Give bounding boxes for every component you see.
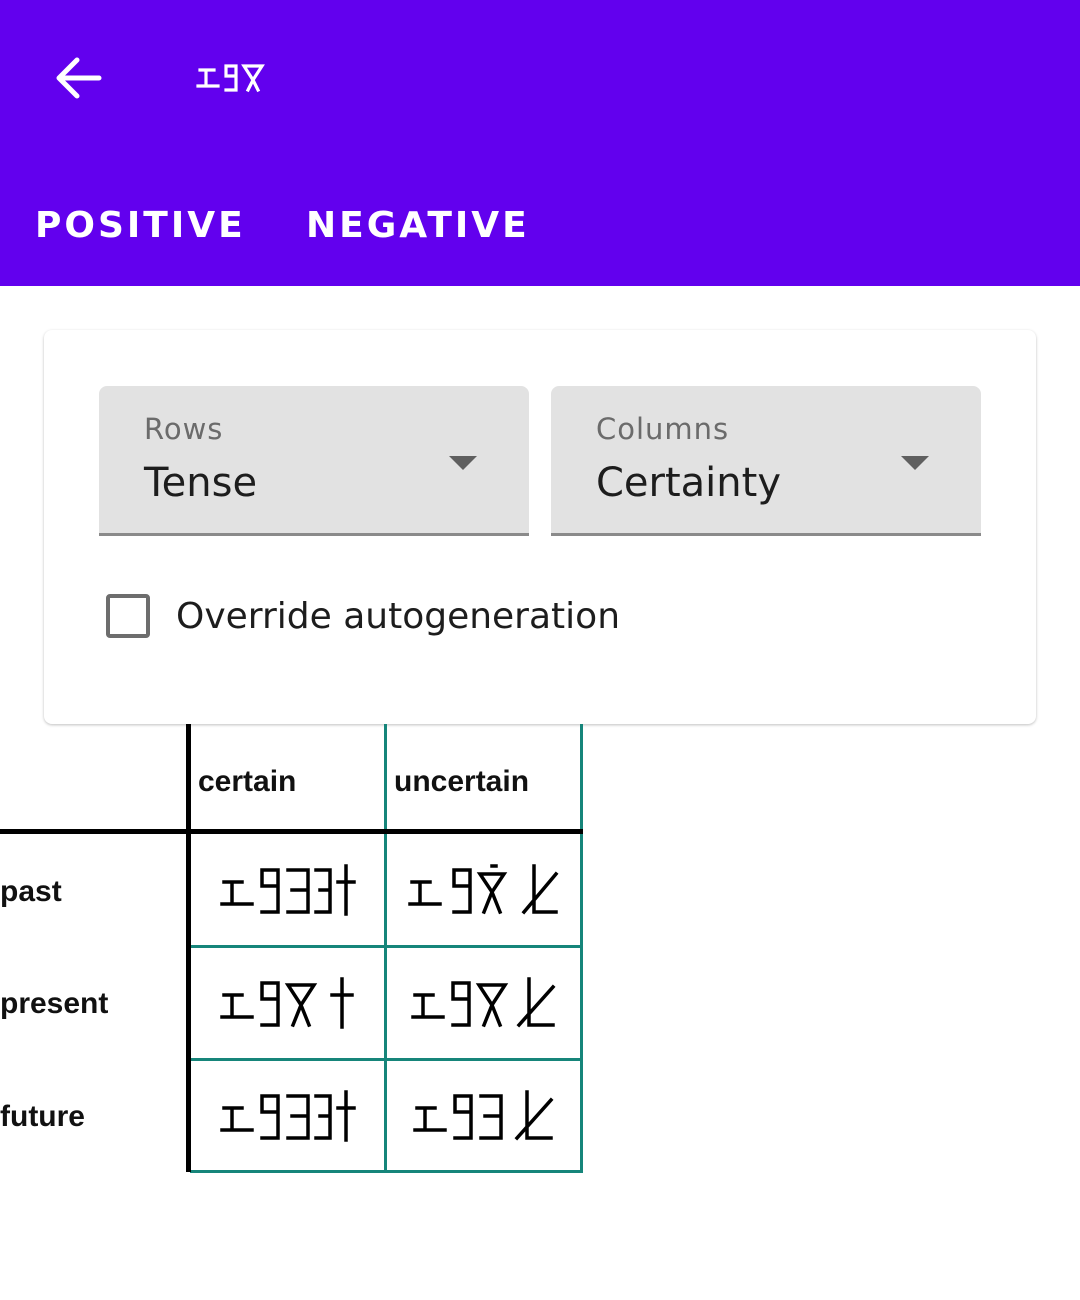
cell-future-uncertain <box>387 1061 580 1170</box>
glyph-future-certain-icon <box>219 1089 356 1142</box>
column-header-uncertain: uncertain <box>394 765 530 798</box>
cell-present-uncertain <box>387 948 580 1058</box>
dropdown-arrow-icon <box>449 456 477 470</box>
tab-bar: POSITIVE NEGATIVE <box>0 170 1080 280</box>
glyph-past-uncertain-icon <box>407 863 558 914</box>
tab-positive[interactable]: POSITIVE <box>35 170 246 280</box>
cell-past-uncertain <box>387 834 580 945</box>
app-bar: POSITIVE NEGATIVE <box>0 0 1080 286</box>
rows-select-value: Tense <box>144 460 258 506</box>
cell-present-certain <box>191 948 384 1058</box>
cell-future-certain <box>191 1061 384 1170</box>
column-header-certain: certain <box>198 765 297 798</box>
override-checkbox[interactable] <box>106 594 150 638</box>
grid-divider <box>580 724 583 1172</box>
tab-negative[interactable]: NEGATIVE <box>306 170 530 280</box>
columns-select-label: Columns <box>596 412 730 446</box>
columns-select-value: Certainty <box>596 460 781 506</box>
override-label: Override autogeneration <box>176 595 621 637</box>
back-button[interactable] <box>46 46 110 110</box>
glyph-present-uncertain-icon <box>410 977 555 1028</box>
glyph-past-certain-icon <box>219 863 356 916</box>
columns-select[interactable]: Columns Certainty <box>551 386 981 536</box>
glyph-present-certain-icon <box>219 977 354 1029</box>
grid-divider <box>190 1170 583 1173</box>
arrow-back-icon <box>56 57 102 99</box>
rows-select[interactable]: Rows Tense <box>99 386 529 536</box>
dropdown-arrow-icon <box>901 456 929 470</box>
row-header-present: present <box>0 987 109 1020</box>
row-header-future: future <box>0 1100 85 1133</box>
conjugation-table: certain uncertain past present future <box>0 724 584 1174</box>
override-row: Override autogeneration <box>106 588 620 644</box>
row-header-past: past <box>0 875 62 908</box>
settings-card: Rows Tense Columns Certainty Override au… <box>44 330 1036 724</box>
glyph-future-uncertain-icon <box>412 1089 553 1140</box>
title-glyph-icon <box>196 64 265 93</box>
cell-past-certain <box>191 834 384 945</box>
rows-select-label: Rows <box>144 412 224 446</box>
